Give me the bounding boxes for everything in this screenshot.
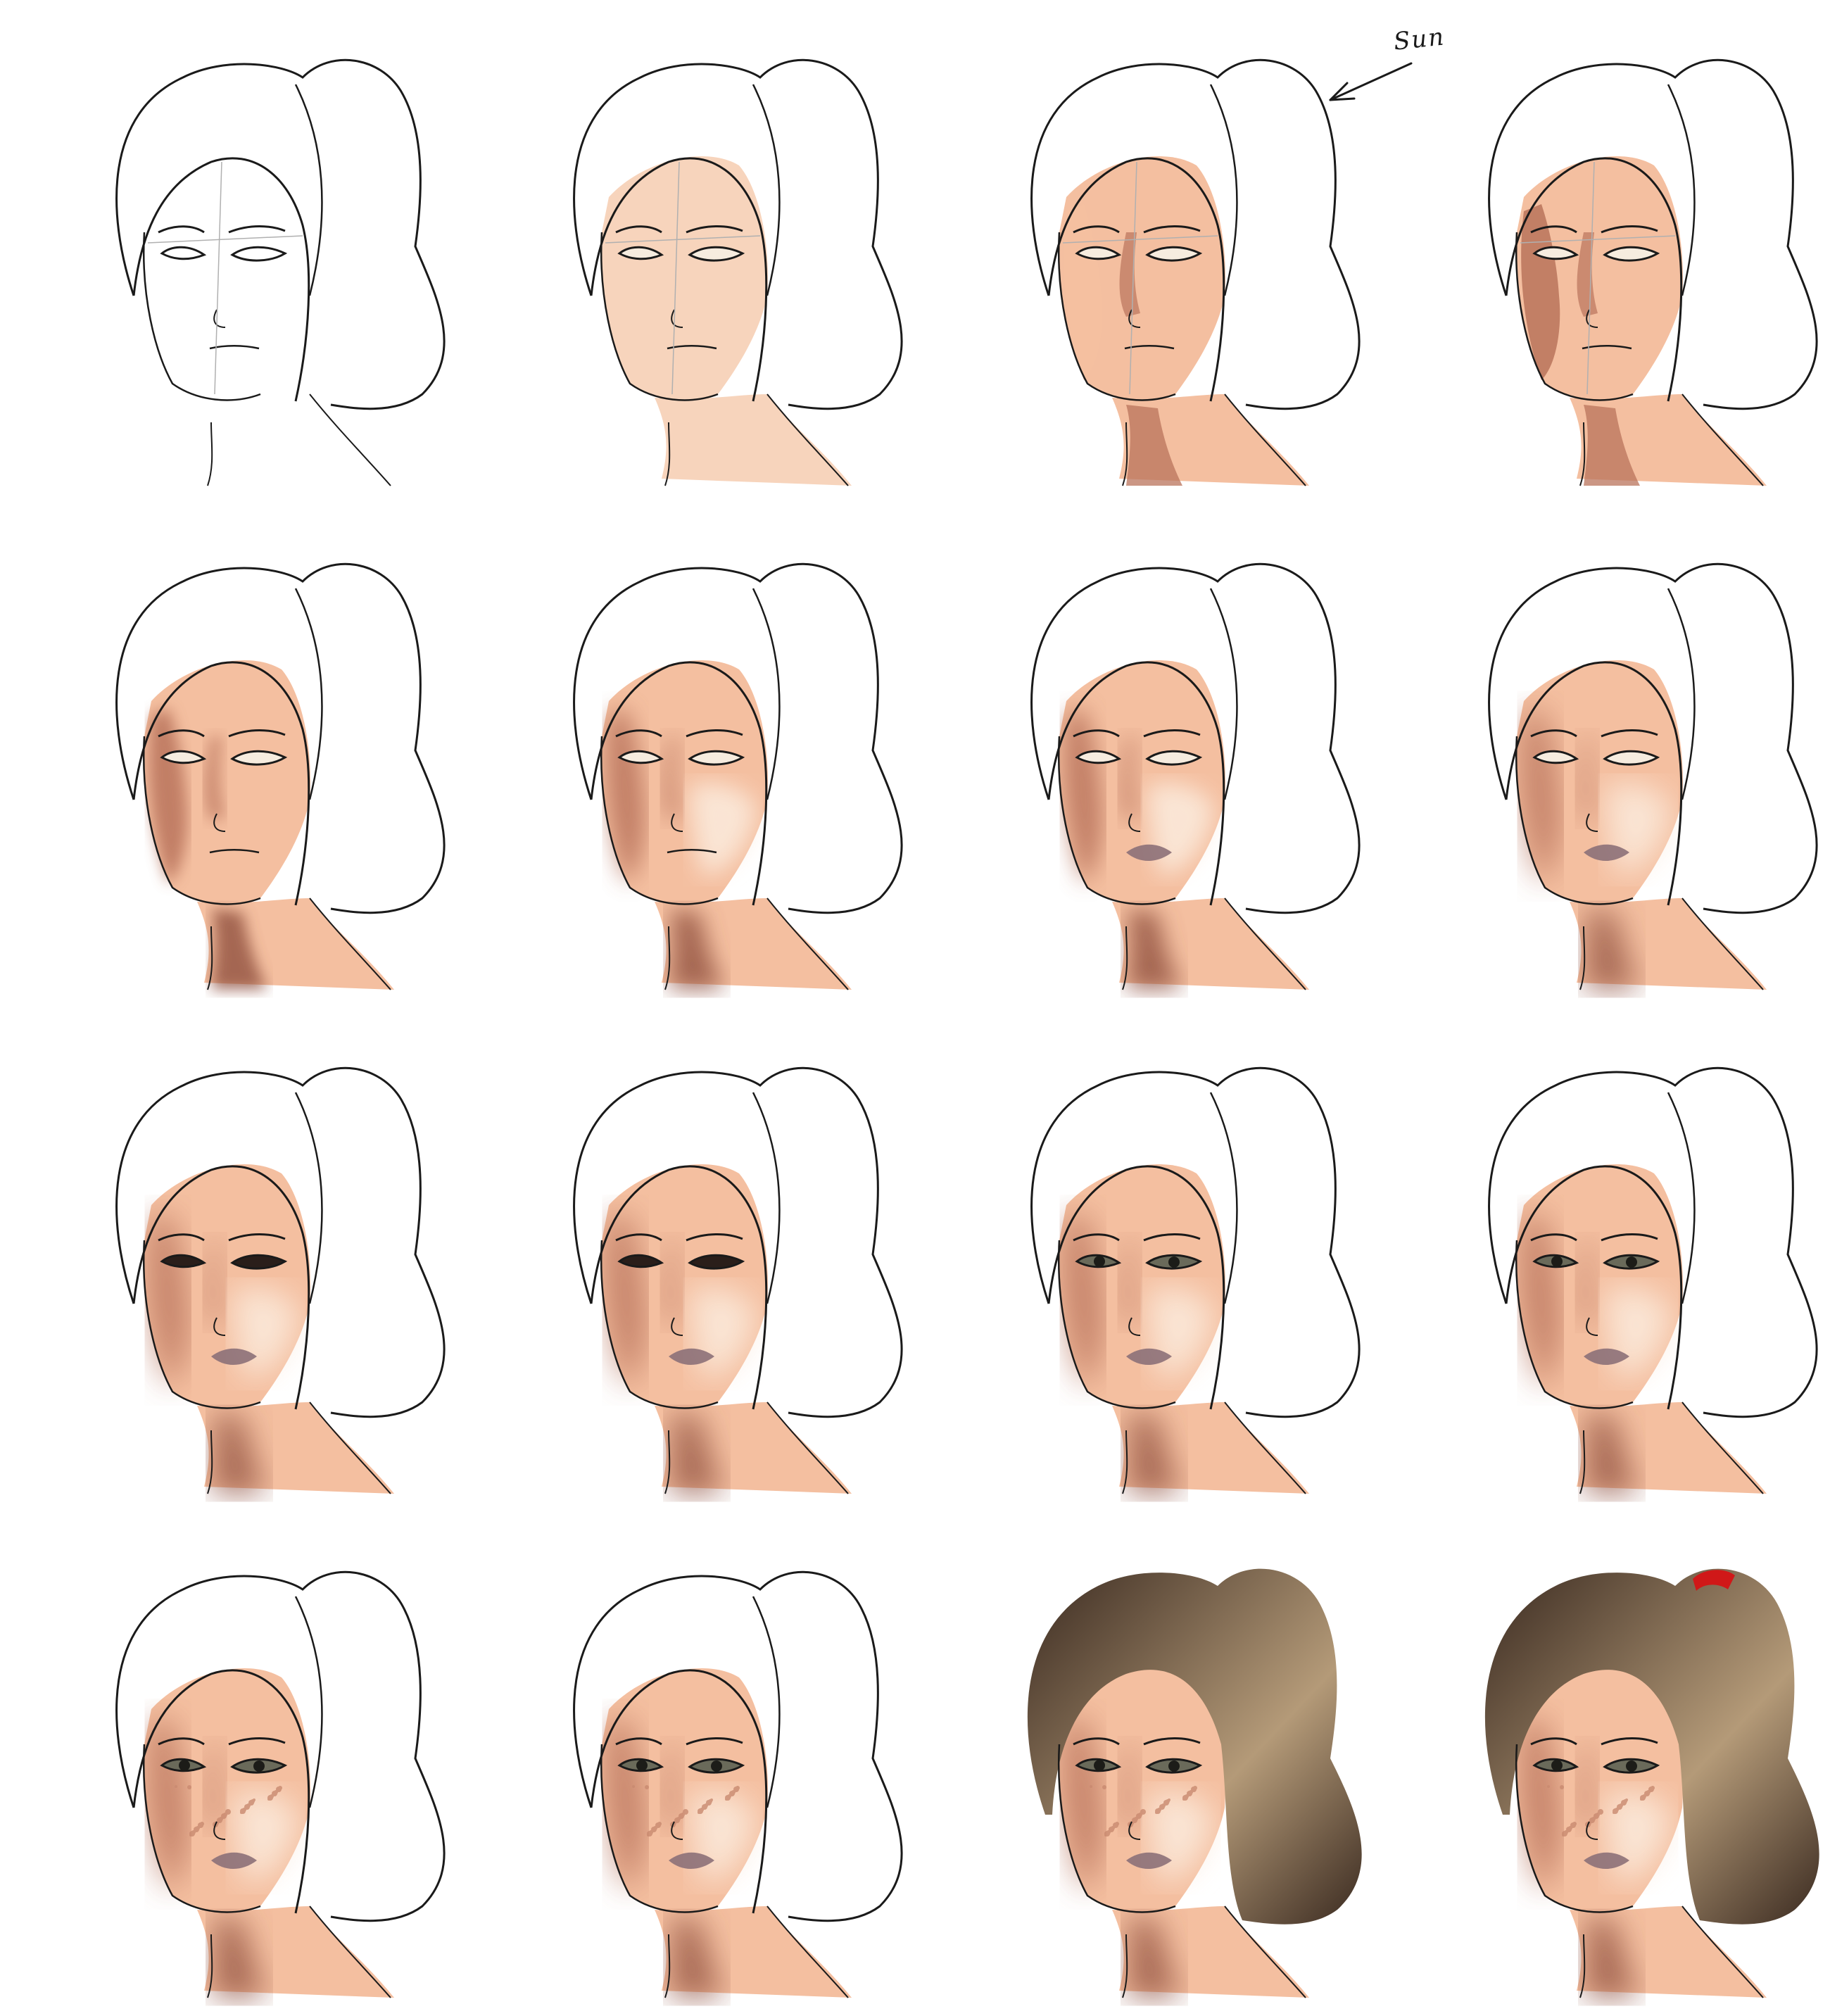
right-pupil xyxy=(1626,1760,1637,1772)
face-illustration xyxy=(115,58,446,486)
guide-vertical xyxy=(214,161,222,395)
freckle xyxy=(267,1798,270,1801)
cheek-highlight xyxy=(1605,1791,1672,1885)
left-pupil xyxy=(1551,1760,1563,1771)
freckle xyxy=(1613,1811,1615,1814)
freckle xyxy=(1155,1811,1158,1814)
tutorial-sheet xyxy=(0,0,1830,2016)
left-pupil xyxy=(1094,1760,1105,1771)
freckle xyxy=(240,1811,243,1814)
cheek-highlight xyxy=(1147,1791,1214,1885)
freckle xyxy=(1182,1798,1185,1801)
right-pupil xyxy=(1626,1256,1637,1268)
stage-9 xyxy=(0,1008,458,1512)
freckle xyxy=(1102,1785,1106,1789)
stage-1 xyxy=(0,0,458,504)
face-illustration xyxy=(1027,1568,1362,1998)
lip-line xyxy=(209,345,260,350)
cheek-highlight xyxy=(1147,1287,1214,1381)
cheek-highlight xyxy=(690,1791,757,1885)
stage-4 xyxy=(1372,0,1830,504)
stage-16 xyxy=(1372,1512,1830,2016)
nose-line xyxy=(213,309,226,328)
freckle xyxy=(1560,1785,1564,1789)
right-brow xyxy=(228,225,286,234)
freckle xyxy=(647,1834,650,1837)
right-pupil xyxy=(253,1760,265,1772)
face-illustration xyxy=(1488,58,1818,486)
freckle xyxy=(1104,1834,1107,1837)
freckle xyxy=(175,1785,177,1788)
stage-10 xyxy=(458,1008,915,1512)
freckle xyxy=(1640,1798,1643,1801)
cheek-highlight xyxy=(232,1287,299,1381)
cheek-highlight xyxy=(690,1287,757,1381)
left-pupil xyxy=(636,1760,648,1771)
freckle xyxy=(1547,1785,1550,1788)
cheek-highlight xyxy=(232,1791,299,1885)
right-eye xyxy=(230,246,288,262)
freckle xyxy=(187,1785,191,1789)
freckle xyxy=(645,1785,649,1789)
cheek-highlight xyxy=(1605,783,1672,877)
face-illustration xyxy=(1030,562,1361,990)
face-illustration xyxy=(115,562,446,990)
freckle xyxy=(725,1798,728,1801)
right-pupil xyxy=(711,1760,722,1772)
stage-3 xyxy=(915,0,1372,504)
right-pupil xyxy=(1168,1760,1180,1772)
sun-annotation-label: Sun xyxy=(1392,23,1446,56)
stage-13 xyxy=(0,1512,458,2016)
left-pupil xyxy=(179,1760,190,1771)
hair-outline xyxy=(115,58,446,410)
face-illustration xyxy=(573,1066,903,1494)
face-illustration xyxy=(573,1570,903,1998)
stage-14 xyxy=(458,1512,915,2016)
stage-6 xyxy=(458,504,915,1008)
stage-7 xyxy=(915,504,1372,1008)
stage-5 xyxy=(0,504,458,1008)
face-illustration xyxy=(573,58,903,486)
stage-11 xyxy=(915,1008,1372,1512)
cheek-highlight xyxy=(1605,1287,1672,1381)
left-brow xyxy=(158,225,205,234)
left-eye xyxy=(160,246,207,260)
face-illustration xyxy=(573,562,903,990)
face-illustration xyxy=(1030,1066,1361,1494)
freckle xyxy=(189,1834,192,1837)
freckle xyxy=(1090,1785,1092,1788)
fringe-line xyxy=(132,157,310,402)
face-illustration xyxy=(1488,1066,1818,1494)
cheek-highlight xyxy=(690,783,757,877)
freckle xyxy=(1562,1834,1565,1837)
arrow-down-left-icon xyxy=(1329,62,1413,101)
face-illustration xyxy=(115,1066,446,1494)
face-illustration xyxy=(1488,562,1818,990)
stage-15 xyxy=(915,1512,1372,2016)
face-illustration xyxy=(1030,58,1361,486)
guide-horizontal xyxy=(147,235,303,244)
freckle xyxy=(698,1811,700,1814)
stage-2 xyxy=(458,0,915,504)
left-pupil xyxy=(1094,1256,1105,1267)
face-illustration xyxy=(115,1570,446,1998)
stage-12 xyxy=(1372,1008,1830,1512)
face-illustration xyxy=(1484,1568,1819,1998)
cheek-highlight xyxy=(1147,783,1214,877)
left-pupil xyxy=(1551,1256,1563,1267)
freckle xyxy=(632,1785,635,1788)
stage-8 xyxy=(1372,504,1830,1008)
right-pupil xyxy=(1168,1256,1180,1268)
